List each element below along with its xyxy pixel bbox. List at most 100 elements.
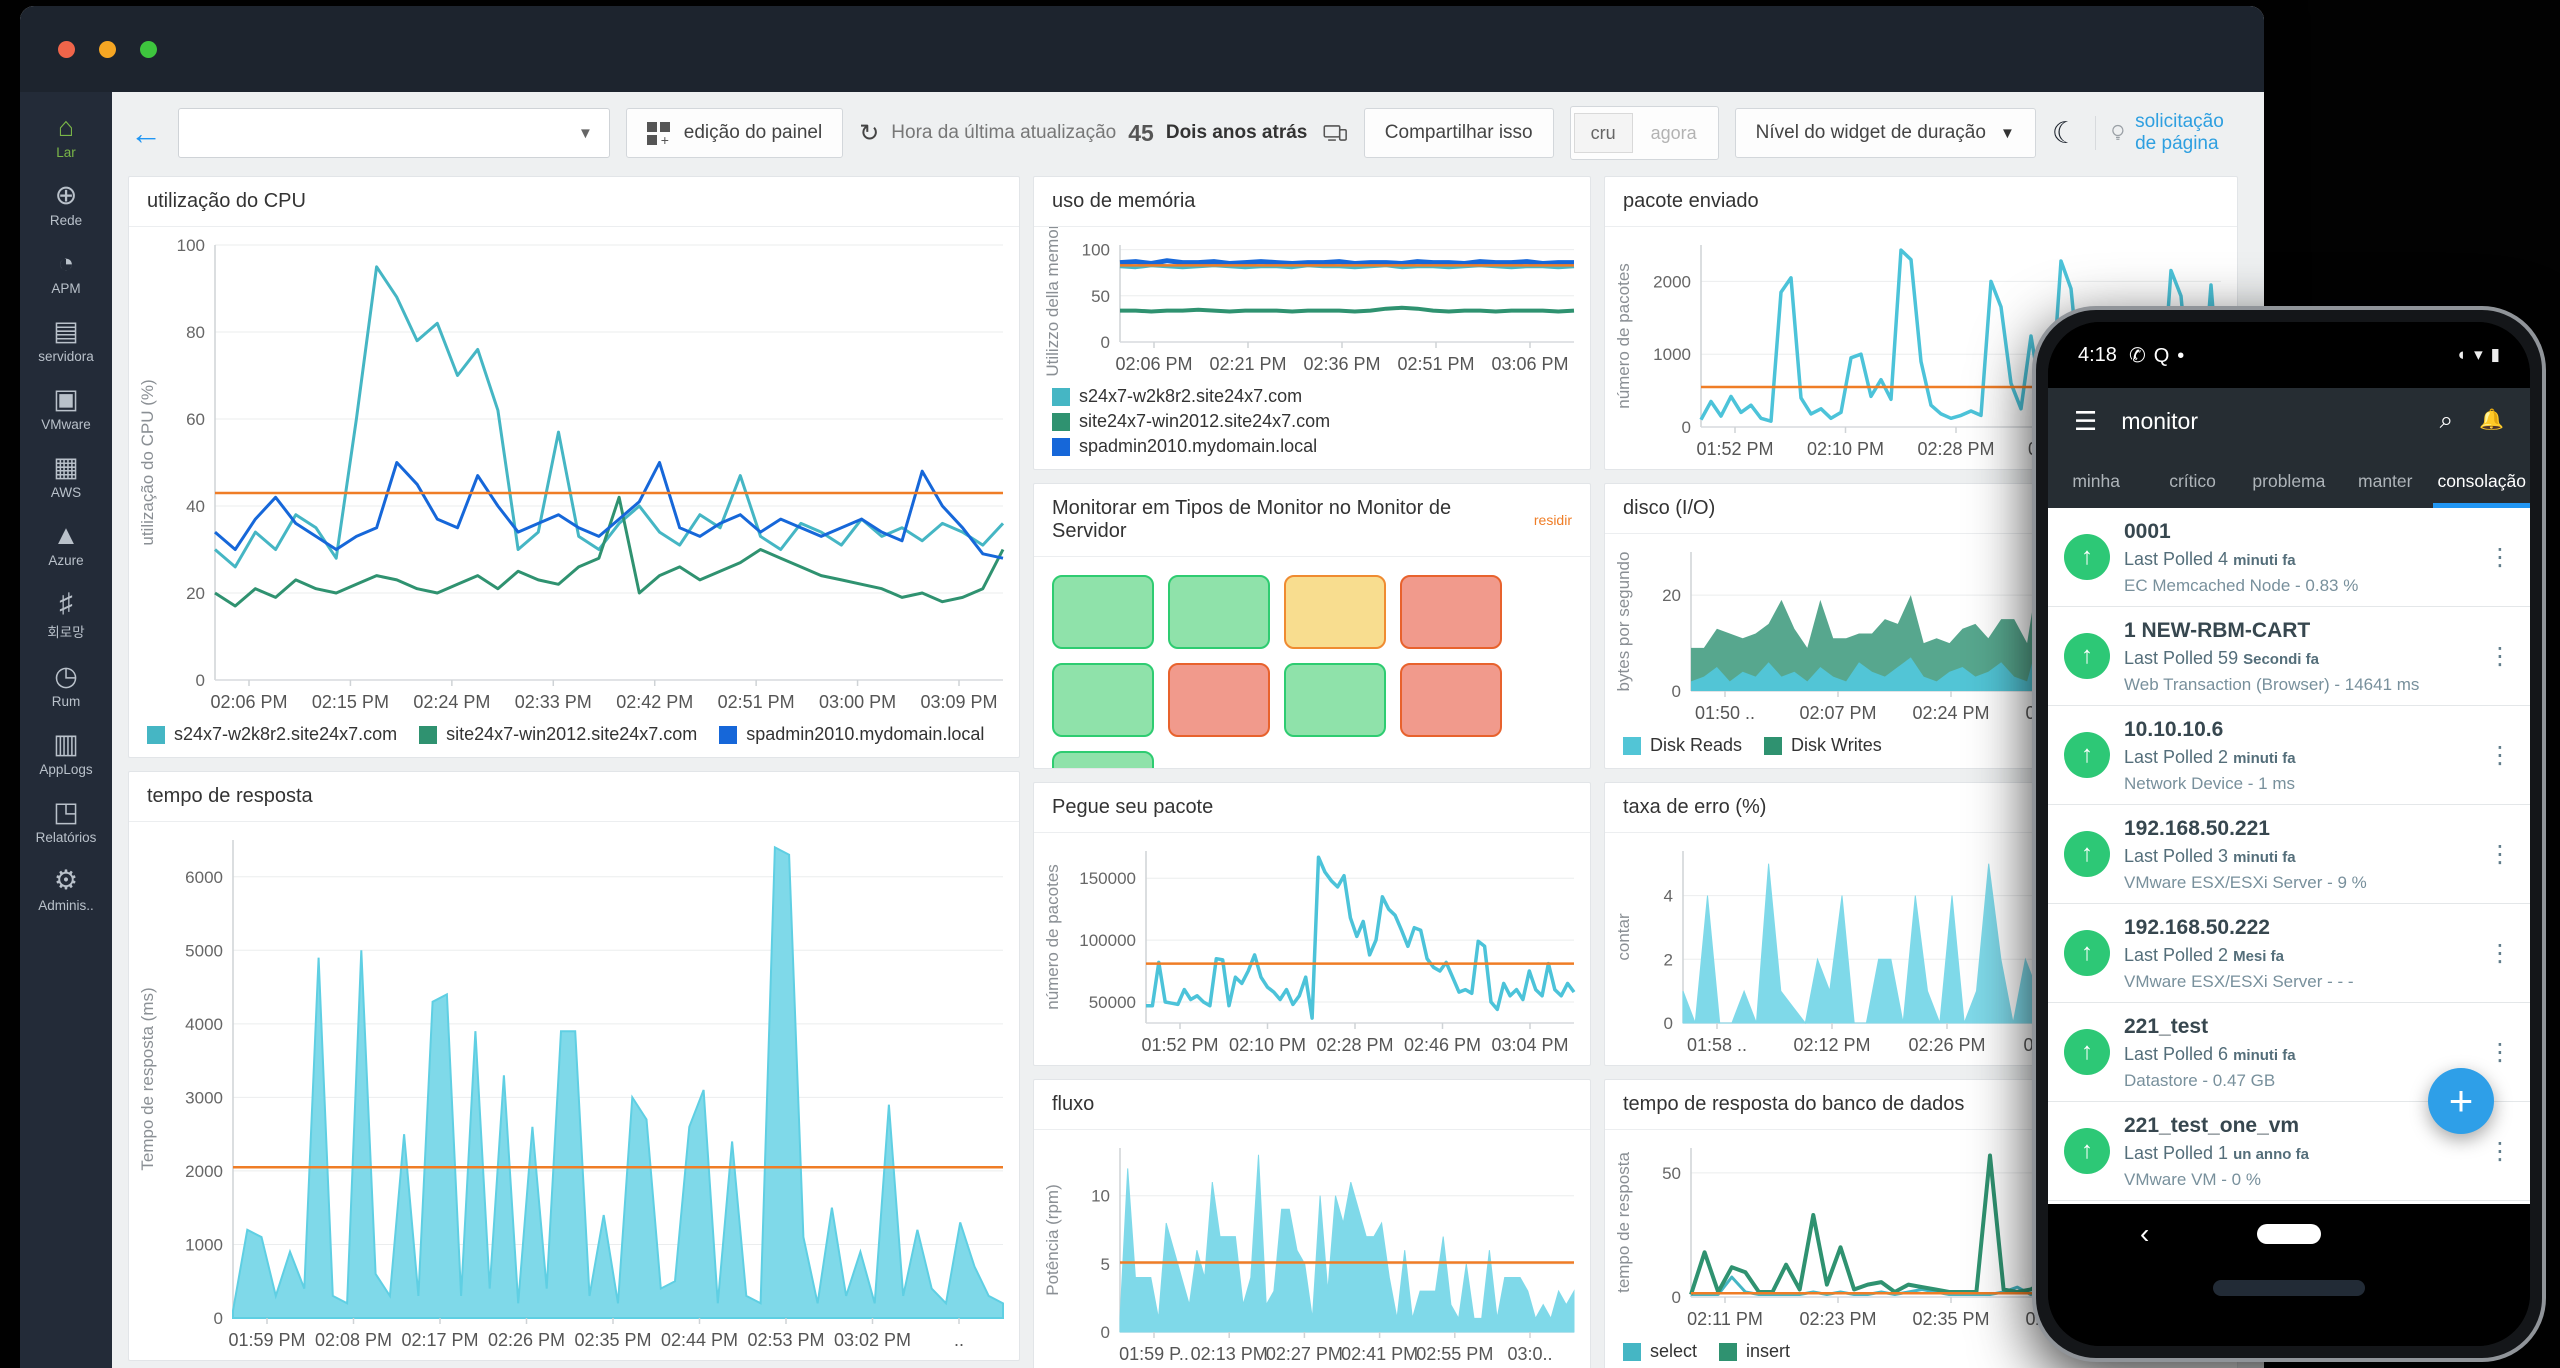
refresh-label: Hora da última atualização bbox=[891, 122, 1116, 144]
devices-icon[interactable] bbox=[1323, 118, 1347, 148]
svg-text:0: 0 bbox=[1672, 1288, 1681, 1307]
get-packet-chart: 5000010000015000001:52 PM02:10 PM02:28 P… bbox=[1034, 833, 1590, 1065]
phone-tab-cr-tico[interactable]: crítico bbox=[2144, 454, 2240, 508]
panel-title: fluxo bbox=[1034, 1080, 1590, 1130]
last-polled-value: Last Polled 2 bbox=[2124, 747, 2233, 767]
svg-text:02:11 PM: 02:11 PM bbox=[1687, 1309, 1763, 1329]
raw-now-toggle: cru agora bbox=[1570, 106, 1719, 160]
dashboard-select[interactable]: ▼ bbox=[178, 108, 610, 158]
window-dot-2[interactable] bbox=[99, 41, 116, 58]
panel-response-time: tempo de resposta01000200030004000500060… bbox=[128, 771, 1020, 1361]
status-tile-green[interactable] bbox=[1168, 575, 1270, 649]
svg-text:02:06 PM: 02:06 PM bbox=[1115, 354, 1192, 374]
kebab-menu-icon[interactable]: ⋮ bbox=[2488, 843, 2512, 867]
panel-title-text: pacote enviado bbox=[1623, 190, 1759, 213]
window-dot-3[interactable] bbox=[140, 41, 157, 58]
status-tile-red[interactable] bbox=[1400, 663, 1502, 737]
status-tile-green[interactable] bbox=[1052, 751, 1154, 769]
android-home-pill[interactable] bbox=[2257, 1224, 2321, 1244]
kebab-menu-icon[interactable]: ⋮ bbox=[2488, 546, 2512, 570]
wifi-icon: ▾ bbox=[2474, 345, 2483, 365]
svg-text:1000: 1000 bbox=[1653, 345, 1691, 364]
status-tile-red[interactable] bbox=[1400, 575, 1502, 649]
sidebar-item-servidora[interactable]: ▤servidora bbox=[20, 316, 112, 364]
window-dot-1[interactable] bbox=[58, 41, 75, 58]
monitor-list-item[interactable]: ↑1 NEW-RBM-CARTLast Polled 59 Secondi fa… bbox=[2048, 607, 2530, 706]
sidebar-item-aws[interactable]: ▦AWS bbox=[20, 452, 112, 500]
svg-text:10: 10 bbox=[1091, 1187, 1110, 1206]
phone-tab-manter[interactable]: manter bbox=[2337, 454, 2433, 508]
panel-edit-button[interactable]: + edição do painel bbox=[626, 108, 843, 158]
svg-text:0: 0 bbox=[1664, 1014, 1673, 1033]
gesture-bar bbox=[2213, 1280, 2365, 1296]
monitor-list-item[interactable]: ↑192.168.50.222Last Polled 2 Mesi faVMwa… bbox=[2048, 904, 2530, 1003]
phone-status-bar: 4:18 ✆Q• ◖▾▮ bbox=[2048, 322, 2530, 388]
sidebar-item-lar[interactable]: ⌂Lar bbox=[20, 112, 112, 160]
share-button[interactable]: Compartilhar isso bbox=[1364, 108, 1554, 158]
kebab-menu-icon[interactable]: ⋮ bbox=[2488, 942, 2512, 966]
bell-icon[interactable]: 🔔 bbox=[2479, 407, 2504, 435]
toggle-raw[interactable]: cru bbox=[1574, 113, 1633, 153]
status-tile-green[interactable] bbox=[1052, 575, 1154, 649]
phone-screen: 4:18 ✆Q• ◖▾▮ ☰ monitor ⌕ 🔔 minhacríticop… bbox=[2048, 322, 2530, 1346]
svg-text:Tempo de resposta (ms): Tempo de resposta (ms) bbox=[138, 987, 157, 1170]
status-up-icon: ↑ bbox=[2064, 633, 2110, 679]
svg-text:03:00 PM: 03:00 PM bbox=[819, 692, 896, 712]
monitor-list-item[interactable]: ↑0001Last Polled 4 minuti faEC Memcached… bbox=[2048, 508, 2530, 607]
phone-tab-consola-o[interactable]: consolação bbox=[2433, 454, 2530, 508]
sidebar-item-apm[interactable]: ◔APM bbox=[20, 248, 112, 296]
hamburger-menu-icon[interactable]: ☰ bbox=[2074, 406, 2097, 437]
sidebar-item--[interactable]: ♯회로망 bbox=[20, 588, 112, 641]
refresh-icon[interactable]: ↻ bbox=[859, 119, 879, 148]
phone-tab-problema[interactable]: problema bbox=[2241, 454, 2337, 508]
svg-text:50: 50 bbox=[1091, 287, 1110, 306]
panel-title: Monitorar em Tipos de Monitor no Monitor… bbox=[1034, 484, 1590, 557]
back-arrow-icon[interactable]: ← bbox=[130, 117, 162, 149]
svg-text:6000: 6000 bbox=[185, 868, 223, 887]
svg-text:02:53 PM: 02:53 PM bbox=[747, 1330, 824, 1350]
toggle-now[interactable]: agora bbox=[1633, 123, 1715, 144]
bulb-icon bbox=[2111, 118, 2125, 148]
status-tile-red[interactable] bbox=[1168, 663, 1270, 737]
sidebar-item-vmware[interactable]: ▣VMware bbox=[20, 384, 112, 432]
kebab-menu-icon[interactable]: ⋮ bbox=[2488, 744, 2512, 768]
sidebar-item-adminis-[interactable]: ⚙Adminis.. bbox=[20, 865, 112, 913]
svg-text:02:46 PM: 02:46 PM bbox=[1404, 1035, 1481, 1055]
phone-app-bar: ☰ monitor ⌕ 🔔 bbox=[2048, 388, 2530, 454]
sidebar-item-applogs[interactable]: ▥AppLogs bbox=[20, 729, 112, 777]
sidebar-item-azure[interactable]: ▲Azure bbox=[20, 520, 112, 568]
status-up-icon: ↑ bbox=[2064, 534, 2110, 580]
flow-chart: 051001:59 P..02:13 PM02:27 PM02:41 PM02:… bbox=[1034, 1130, 1590, 1368]
android-back-icon[interactable]: ‹ bbox=[2140, 1218, 2149, 1250]
panel-title: uso de memória bbox=[1034, 177, 1590, 227]
legend-swatch bbox=[1623, 1343, 1641, 1361]
sidebar-item-relat-rios[interactable]: ◳Relatórios bbox=[20, 797, 112, 845]
monitor-list-item[interactable]: ↑192.168.50.221Last Polled 3 minuti faVM… bbox=[2048, 805, 2530, 904]
duration-dropdown[interactable]: Nível do widget de duração ▼ bbox=[1735, 108, 2036, 158]
legend-swatch bbox=[1719, 1343, 1737, 1361]
kebab-menu-icon[interactable]: ⋮ bbox=[2488, 645, 2512, 669]
status-tile-yellow[interactable] bbox=[1284, 575, 1386, 649]
network-globe-icon: ⊕ bbox=[55, 180, 78, 210]
panel-extra-link[interactable]: residir bbox=[1534, 512, 1572, 528]
svg-text:02:33 PM: 02:33 PM bbox=[515, 692, 592, 712]
monitor-name: 192.168.50.221 bbox=[2124, 817, 2474, 841]
flow-body: 051001:59 P..02:13 PM02:27 PM02:41 PM02:… bbox=[1034, 1130, 1590, 1368]
add-monitor-fab[interactable]: + bbox=[2428, 1068, 2494, 1134]
page-request-link[interactable]: solicitação de página bbox=[2111, 111, 2246, 155]
sidebar-item-rede[interactable]: ⊕Rede bbox=[20, 180, 112, 228]
search-icon[interactable]: ⌕ bbox=[2440, 407, 2453, 435]
dashboard-column-2: uso de memória05010002:06 PM02:21 PM02:3… bbox=[1033, 176, 1591, 1368]
kebab-menu-icon[interactable]: ⋮ bbox=[2488, 1140, 2512, 1164]
phone-tab-minha[interactable]: minha bbox=[2048, 454, 2144, 508]
dark-mode-moon-icon[interactable]: ☾ bbox=[2052, 116, 2079, 151]
monitor-name: 1 NEW-RBM-CART bbox=[2124, 619, 2474, 643]
status-tile-green[interactable] bbox=[1052, 663, 1154, 737]
toolbar-right: Compartilhar isso cru agora Nível do wid… bbox=[1323, 106, 2246, 160]
status-tile-green[interactable] bbox=[1284, 663, 1386, 737]
svg-text:02:08 PM: 02:08 PM bbox=[315, 1330, 392, 1350]
monitor-texts: 221_testLast Polled 6 minuti faDatastore… bbox=[2124, 1015, 2474, 1091]
monitor-list-item[interactable]: ↑10.10.10.6Last Polled 2 minuti faNetwor… bbox=[2048, 706, 2530, 805]
sidebar-item-rum[interactable]: ◷Rum bbox=[20, 661, 112, 709]
kebab-menu-icon[interactable]: ⋮ bbox=[2488, 1041, 2512, 1065]
